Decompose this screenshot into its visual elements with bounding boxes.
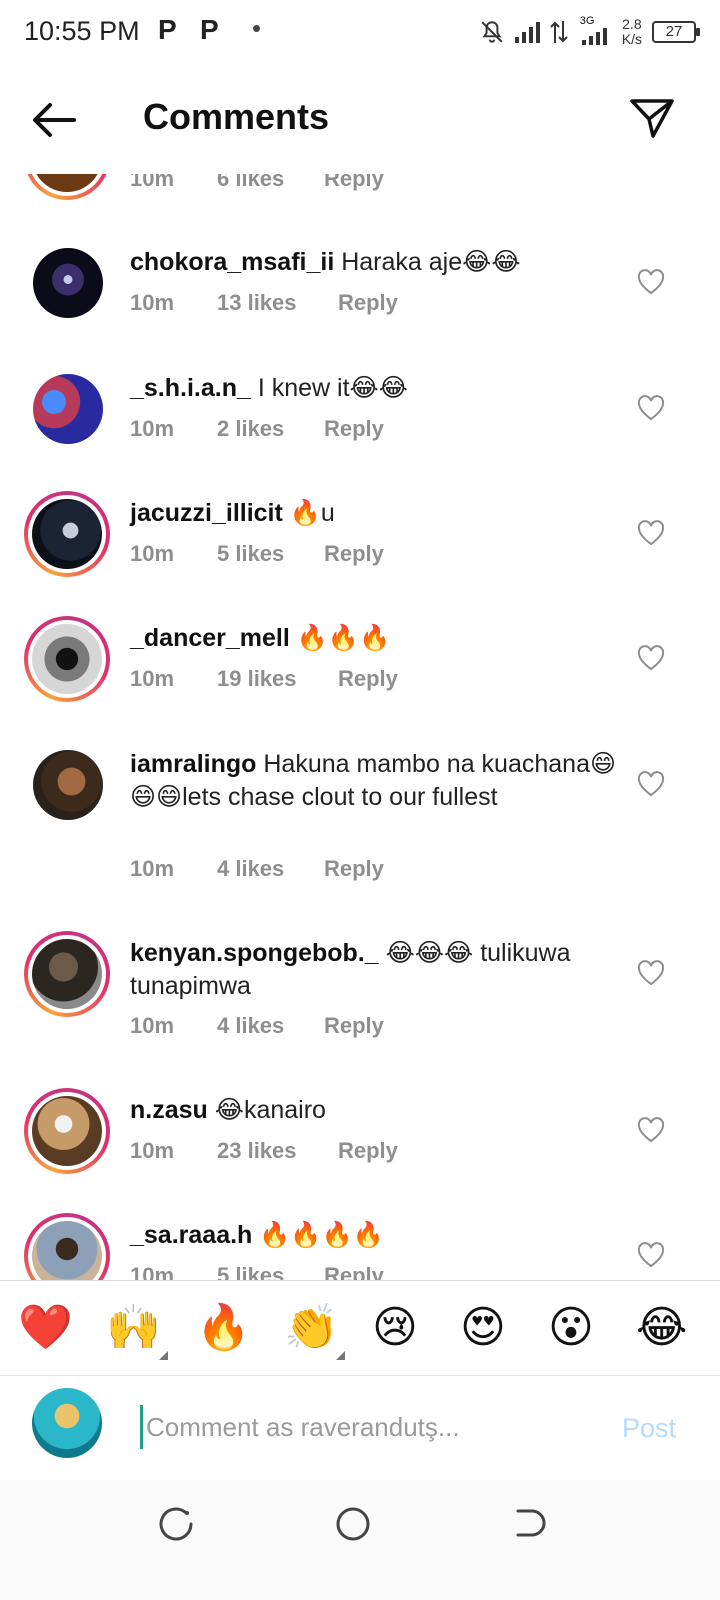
comment-username[interactable]: iamralingo	[130, 750, 256, 778]
comment-meta: 10m 4 likes Reply	[130, 1013, 384, 1039]
system-navigation-bar	[0, 1480, 720, 1600]
comment-username[interactable]: _dancer_mell	[130, 624, 290, 652]
comment-meta: 10m 13 likes Reply	[130, 290, 398, 316]
network-speed: 2.8 K/s	[621, 16, 642, 47]
crying-emoji-button[interactable]: 😢	[372, 1303, 418, 1353]
post-button[interactable]: Post	[622, 1413, 676, 1444]
reply-button[interactable]: Reply	[338, 1138, 398, 1164]
comment-text: _dancer_mell 🔥🔥🔥	[130, 624, 391, 652]
reply-button[interactable]: Reply	[324, 856, 384, 882]
avatar[interactable]	[33, 374, 103, 444]
comment-meta: 10m 5 likes Reply	[130, 541, 384, 567]
comments-list[interactable]: 10m 6 likes Reply chokora_msafi_ii Harak…	[0, 174, 720, 1306]
avatar[interactable]	[24, 491, 110, 577]
heart-eyes-emoji-button[interactable]: 😍	[460, 1303, 506, 1353]
home-icon[interactable]	[333, 1504, 373, 1544]
header: Comments	[0, 66, 720, 174]
comment-text: iamralingo Hakuna mambo na kuachana😄😄😄le…	[130, 750, 617, 811]
notification-dot: •	[252, 13, 262, 43]
comment-meta: 10m 4 likes Reply	[130, 856, 384, 882]
clapping-emoji-button[interactable]: 👏	[284, 1303, 339, 1353]
bell-off-icon	[481, 21, 503, 43]
heart-icon[interactable]	[637, 520, 665, 546]
comment-text: _sa.raaa.h 🔥🔥🔥🔥	[130, 1221, 384, 1249]
status-bar: 10:55 PM P P • 3G 2.8 K/s 27	[0, 0, 720, 66]
reply-button[interactable]: Reply	[338, 290, 398, 316]
avatar[interactable]	[24, 616, 110, 702]
comment-text: _s.h.i.a.n_ I knew it😂😂	[130, 374, 408, 402]
heart-icon[interactable]	[637, 645, 665, 671]
comment-text: n.zasu 😂kanairo	[130, 1096, 326, 1124]
comment-username[interactable]: _sa.raaa.h	[130, 1221, 252, 1249]
heart-icon[interactable]	[637, 960, 665, 986]
avatar[interactable]	[33, 750, 103, 820]
avatar[interactable]	[24, 174, 110, 200]
comment-text: jacuzzi_illicit 🔥u	[130, 499, 335, 527]
avatar	[32, 1388, 102, 1458]
heart-emoji-button[interactable]: ❤️	[18, 1303, 73, 1353]
status-icons: 3G 2.8 K/s 27	[479, 14, 700, 50]
reply-button[interactable]: Reply	[324, 416, 384, 442]
skin-tone-indicator	[336, 1351, 345, 1360]
avatar[interactable]	[24, 931, 110, 1017]
emoji-reaction-bar: ❤️ 🙌 🔥 👏 😢 😍 😮 😂	[0, 1280, 720, 1376]
comment-username[interactable]: jacuzzi_illicit	[130, 499, 283, 527]
reply-button[interactable]: Reply	[324, 1013, 384, 1039]
comment-username[interactable]: chokora_msafi_ii	[130, 248, 334, 276]
comment-username[interactable]: kenyan.spongebob._	[130, 939, 379, 967]
comment-input[interactable]	[140, 1405, 580, 1449]
comment-text: chokora_msafi_ii Haraka aje😂😂	[130, 248, 521, 276]
status-time: 10:55 PM	[24, 16, 140, 46]
heart-icon[interactable]	[637, 1117, 665, 1143]
heart-icon[interactable]	[637, 1242, 665, 1268]
raising-hands-emoji-button[interactable]: 🙌	[106, 1303, 161, 1353]
laughing-emoji-button[interactable]: 😂	[636, 1303, 687, 1353]
p-app-icon: P	[200, 14, 219, 45]
battery-icon: 27	[652, 21, 700, 43]
comment-username[interactable]: n.zasu	[130, 1096, 208, 1124]
heart-icon[interactable]	[637, 395, 665, 421]
skin-tone-indicator	[159, 1351, 168, 1360]
comment-meta: 10m 6 likes Reply	[130, 174, 384, 191]
comment-meta: 10m 2 likes Reply	[130, 416, 384, 442]
fire-emoji-button[interactable]: 🔥	[196, 1303, 251, 1353]
comment-meta: 10m 19 likes Reply	[130, 666, 398, 692]
page-title: Comments	[143, 96, 330, 137]
comment-meta: 10m 23 likes Reply	[130, 1138, 398, 1164]
heart-icon[interactable]	[637, 269, 665, 295]
back-arrow-icon[interactable]	[30, 100, 78, 140]
comment-username[interactable]: _s.h.i.a.n_	[130, 374, 251, 402]
signal-3g-icon: 3G	[578, 15, 612, 45]
avatar[interactable]	[24, 1088, 110, 1174]
heart-icon[interactable]	[637, 771, 665, 797]
data-transfer-icon	[550, 21, 568, 43]
comment-text: kenyan.spongebob._ 😂😂😂 tulikuwa tunapimw…	[130, 939, 571, 1000]
signal-icon	[514, 21, 540, 43]
surprised-emoji-button[interactable]: 😮	[548, 1303, 594, 1353]
reply-button[interactable]: Reply	[324, 541, 384, 567]
recent-apps-icon[interactable]	[157, 1504, 197, 1544]
share-send-icon[interactable]	[628, 96, 676, 140]
p-app-icon: P	[158, 14, 177, 45]
reply-button[interactable]: Reply	[338, 666, 398, 692]
back-nav-icon[interactable]	[510, 1504, 550, 1544]
avatar[interactable]	[33, 248, 103, 318]
comment-composer: Post	[0, 1377, 720, 1480]
